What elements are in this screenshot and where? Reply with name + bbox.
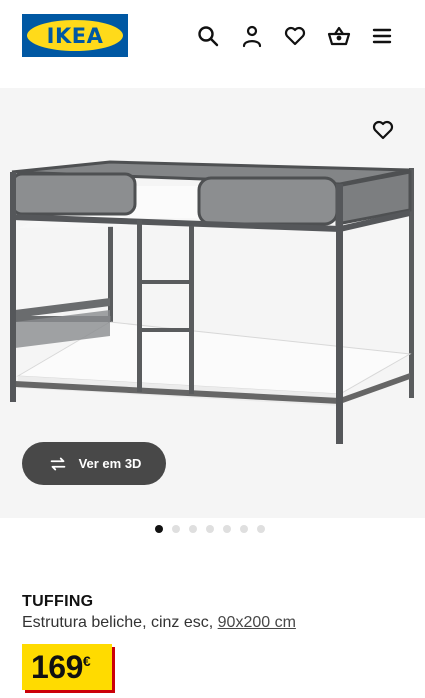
heart-icon[interactable]: [283, 24, 307, 48]
product-description: Estrutura beliche, cinz esc, 90x200 cm: [22, 614, 296, 632]
header: IKEA: [0, 0, 425, 76]
product-image: [10, 160, 414, 444]
pagination-dot[interactable]: [223, 525, 231, 533]
basket-icon[interactable]: [327, 24, 351, 48]
favorite-icon[interactable]: [371, 118, 395, 142]
search-icon[interactable]: [196, 24, 220, 48]
price-value: 169: [31, 649, 83, 685]
product-gallery[interactable]: Ver em 3D: [0, 88, 425, 518]
menu-icon[interactable]: [370, 24, 394, 48]
logo-oval: IKEA: [27, 20, 123, 51]
pagination-dot[interactable]: [206, 525, 214, 533]
pagination-dot[interactable]: [172, 525, 180, 533]
product-name: TUFFING: [22, 593, 94, 610]
user-icon[interactable]: [240, 24, 264, 48]
price-currency: €: [82, 653, 91, 669]
logo-text: IKEA: [46, 23, 104, 48]
product-size-link[interactable]: 90x200 cm: [218, 614, 296, 631]
pagination-dot[interactable]: [240, 525, 248, 533]
view-3d-label: Ver em 3D: [78, 456, 142, 471]
price-tag: 169 €: [22, 644, 112, 690]
pagination-dot[interactable]: [155, 525, 163, 533]
rotate-icon: [47, 453, 69, 475]
product-description-text: Estrutura beliche, cinz esc,: [22, 614, 218, 631]
pagination-dot[interactable]: [257, 525, 265, 533]
ikea-logo[interactable]: IKEA: [22, 14, 128, 57]
image-pagination: [155, 525, 265, 533]
pagination-dot[interactable]: [189, 525, 197, 533]
view-3d-button[interactable]: Ver em 3D: [22, 442, 166, 485]
